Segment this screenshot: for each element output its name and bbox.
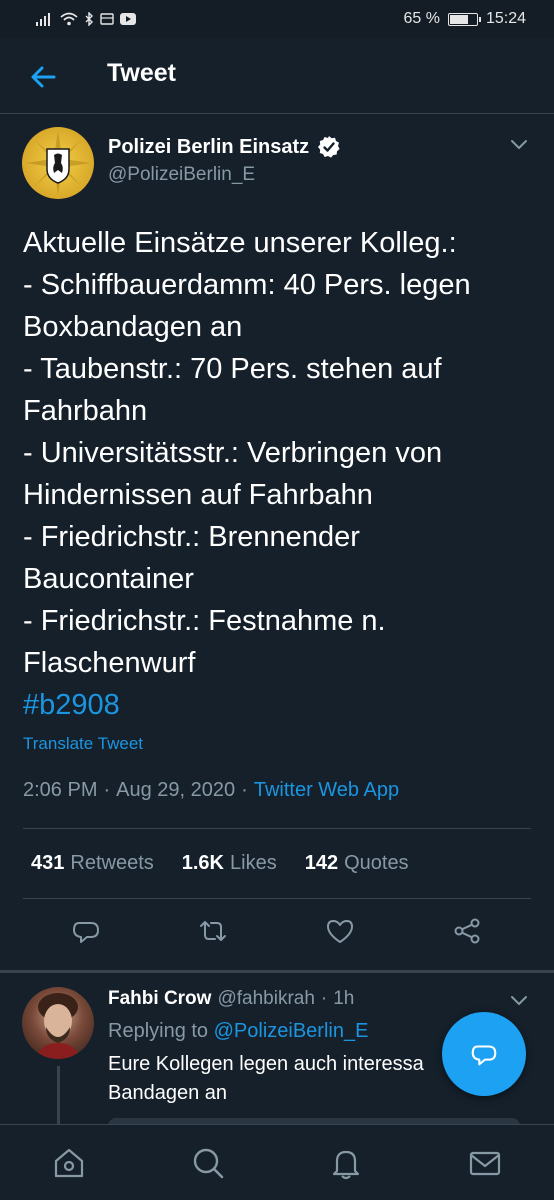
tweet-line: - Schiffbauerdamm: 40 Pers. legen <box>23 269 471 301</box>
messages-icon[interactable] <box>467 1145 503 1181</box>
search-icon[interactable] <box>190 1145 226 1181</box>
tweet-line: - Friedrichstr.: Brennender <box>23 521 360 553</box>
meta-separator: · <box>103 779 111 801</box>
tweet-line: Baucontainer <box>23 563 194 595</box>
tweet-text: Aktuelle Einsätze unserer Kolleg.: - Sch… <box>23 222 538 726</box>
likes-count: 1.6K <box>181 852 224 874</box>
verified-badge-icon <box>318 136 340 158</box>
likes-label: Likes <box>230 852 277 874</box>
share-icon[interactable] <box>451 915 483 947</box>
chevron-down-icon[interactable] <box>510 994 528 1008</box>
avatar[interactable] <box>22 127 94 199</box>
meta-separator: · <box>320 988 328 1009</box>
tweet-line: - Universitätsstr.: Verbringen von <box>23 437 443 469</box>
tweet-date: Aug 29, 2020 <box>116 779 236 801</box>
tweet-line: - Taubenstr.: 70 Pers. stehen auf <box>23 353 442 385</box>
youtube-icon <box>120 13 136 25</box>
compose-reply-icon <box>471 1045 497 1066</box>
tweet-actions <box>0 915 554 959</box>
reply-line: Eure Kollegen legen auch interessa <box>108 1053 424 1075</box>
wifi-icon <box>60 12 78 26</box>
user-photo-icon <box>36 993 80 1059</box>
author-name-text: Polizei Berlin Einsatz <box>108 135 310 158</box>
translate-tweet-link[interactable]: Translate Tweet <box>23 734 143 754</box>
heart-icon[interactable] <box>324 915 356 947</box>
meta-separator: · <box>241 779 248 801</box>
tweet-line: Hindernissen auf Fahrbahn <box>23 479 373 511</box>
page-title: Tweet <box>107 59 176 87</box>
thread-line <box>57 1066 60 1126</box>
home-icon[interactable] <box>51 1145 87 1181</box>
police-star-icon <box>26 131 90 195</box>
tweet-source-link[interactable]: Twitter Web App <box>254 779 399 802</box>
tweet-time: 2:06 PM <box>23 779 98 801</box>
hashtag-link[interactable]: #b2908 <box>23 684 538 726</box>
status-bar: 65 % 15:24 <box>0 0 554 38</box>
reply-author-handle: @fahbikrah <box>217 988 315 1009</box>
clock: 15:24 <box>485 10 526 27</box>
reply-author-name: Fahbi Crow <box>108 988 212 1009</box>
reply-author[interactable]: Fahbi Crow @fahbikrah · 1h <box>108 988 354 1010</box>
author-name[interactable]: Polizei Berlin Einsatz <box>108 135 341 159</box>
top-app-bar: Tweet <box>0 38 554 114</box>
divider <box>23 898 531 899</box>
reply-icon[interactable] <box>70 915 102 947</box>
retweets-stat[interactable]: 431 Retweets <box>31 852 154 875</box>
avatar[interactable] <box>22 987 94 1059</box>
arrow-left-icon[interactable] <box>28 62 58 92</box>
reply-line: Bandagen an <box>108 1082 228 1104</box>
screenshot-icon <box>100 13 114 25</box>
quotes-label: Quotes <box>344 852 409 874</box>
battery-icon <box>447 12 481 26</box>
divider <box>23 828 531 829</box>
chevron-down-icon[interactable] <box>510 138 528 152</box>
tweet-line: - Friedrichstr.: Festnahme n. <box>23 605 386 637</box>
status-icons-right: 65 % 15:24 <box>403 10 526 28</box>
replying-prefix: Replying to <box>108 1020 209 1042</box>
tweet-line: Fahrbahn <box>23 395 148 427</box>
replying-mention-link[interactable]: @PolizeiBerlin_E <box>214 1020 369 1042</box>
reply-age: 1h <box>333 988 355 1009</box>
retweet-icon[interactable] <box>197 915 229 947</box>
retweets-count: 431 <box>31 852 65 874</box>
bottom-navigation <box>0 1124 554 1200</box>
tweet-line: Flaschenwurf <box>23 647 196 679</box>
quotes-count: 142 <box>304 852 339 874</box>
battery-level <box>449 14 469 24</box>
retweets-label: Retweets <box>70 852 154 874</box>
quotes-stat[interactable]: 142 Quotes <box>305 852 409 875</box>
battery-percent: 65 % <box>403 10 440 27</box>
tweet-line: Boxbandagen an <box>23 311 243 343</box>
likes-stat[interactable]: 1.6K Likes <box>182 852 277 875</box>
replying-to: Replying to @PolizeiBerlin_E <box>108 1020 368 1043</box>
bluetooth-icon <box>85 12 93 26</box>
notifications-icon[interactable] <box>328 1145 364 1181</box>
tweet-metadata: 2:06 PM · Aug 29, 2020 · Twitter Web App <box>23 779 399 802</box>
reply-text: Eure Kollegen legen auch interessa Banda… <box>108 1050 448 1108</box>
status-icons-left <box>36 12 136 26</box>
tweet-line: Aktuelle Einsätze unserer Kolleg.: <box>23 227 457 259</box>
compose-reply-button[interactable] <box>442 1012 526 1096</box>
section-separator <box>0 970 554 973</box>
signal-icon <box>36 13 50 26</box>
author-handle[interactable]: @PolizeiBerlin_E <box>108 164 255 186</box>
tweet-stats: 431 Retweets 1.6K Likes 142 Quotes <box>31 852 409 875</box>
